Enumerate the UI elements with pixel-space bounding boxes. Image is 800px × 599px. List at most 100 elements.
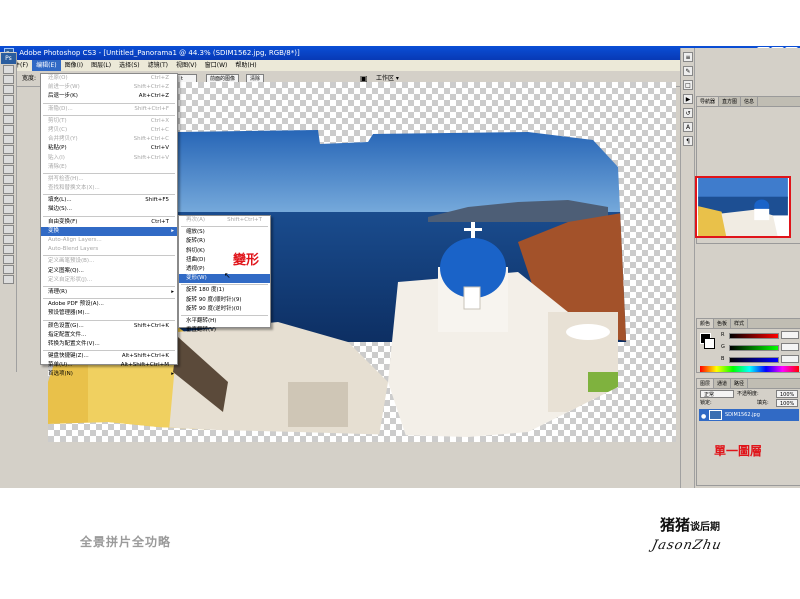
tab-navigator[interactable]: 导航器 bbox=[697, 97, 720, 106]
menu-6[interactable]: 视图(V) bbox=[172, 60, 201, 71]
red-value-field[interactable] bbox=[781, 331, 799, 339]
edit-menu-item[interactable]: 拷贝(C) Ctrl+C bbox=[41, 126, 177, 135]
edit-menu-item[interactable]: 菜单(U)... Alt+Shift+Ctrl+M bbox=[41, 361, 177, 370]
blue-value-field[interactable] bbox=[781, 355, 799, 363]
tab-swatches[interactable]: 色板 bbox=[714, 319, 732, 328]
gradient-tool-icon[interactable] bbox=[3, 175, 14, 184]
transform-submenu-item[interactable]: 旋转(R) bbox=[179, 237, 270, 246]
transform-submenu-item[interactable]: 垂直翻转(V) bbox=[179, 326, 270, 335]
path-select-tool-icon[interactable] bbox=[3, 205, 14, 214]
edit-menu-item[interactable]: Auto-Blend Layers bbox=[41, 245, 177, 254]
edit-menu-item[interactable]: 首选项(N) ▸ bbox=[41, 370, 177, 379]
tab-info[interactable]: 信息 bbox=[741, 97, 759, 106]
background-color-swatch[interactable] bbox=[704, 338, 715, 349]
dodge-tool-icon[interactable] bbox=[3, 195, 14, 204]
menu-item-label: 旋转 90 度(逆时针)(0) bbox=[186, 305, 242, 312]
marquee-tool-icon[interactable] bbox=[3, 65, 14, 74]
brush-tool-icon[interactable] bbox=[3, 135, 14, 144]
transform-submenu-item[interactable]: 旋转 180 度(1) bbox=[179, 286, 270, 295]
edit-menu-item[interactable]: 查找和替换文本(X)... bbox=[41, 184, 177, 193]
transform-submenu-item[interactable]: 水平翻转(H) bbox=[179, 317, 270, 326]
actions-icon[interactable]: ▶ bbox=[683, 94, 693, 104]
edit-menu-item[interactable]: 定义图案(Q)... bbox=[41, 267, 177, 276]
stamp-tool-icon[interactable] bbox=[3, 145, 14, 154]
edit-menu-item[interactable]: 贴入(I) Shift+Ctrl+V bbox=[41, 154, 177, 163]
transform-submenu-item[interactable]: 旋转 90 度(顺时针)(9) bbox=[179, 296, 270, 305]
edit-menu-item[interactable]: Adobe PDF 预设(A)... bbox=[41, 300, 177, 309]
green-slider[interactable] bbox=[729, 345, 779, 351]
notes-tool-icon[interactable] bbox=[3, 245, 14, 254]
layer-row[interactable]: ● SDIM1562.jpg bbox=[699, 409, 799, 421]
zoom-tool-icon[interactable] bbox=[3, 275, 14, 284]
tab-paths[interactable]: 路径 bbox=[731, 379, 749, 388]
menu-5[interactable]: 滤镜(T) bbox=[144, 60, 172, 71]
edit-menu-item[interactable]: 粘贴(P) Ctrl+V bbox=[41, 144, 177, 153]
edit-menu-item[interactable]: 前进一步(W) Shift+Ctrl+Z bbox=[41, 83, 177, 92]
menu-2[interactable]: 图像(I) bbox=[61, 60, 87, 71]
healing-tool-icon[interactable] bbox=[3, 125, 14, 134]
blur-tool-icon[interactable] bbox=[3, 185, 14, 194]
edit-menu-item[interactable]: 定义自定形状(J)... bbox=[41, 276, 177, 285]
color-ramp[interactable] bbox=[700, 366, 799, 372]
edit-menu-item[interactable]: 键盘快捷键(Z)... Alt+Shift+Ctrl+K bbox=[41, 352, 177, 361]
menu-4[interactable]: 选择(S) bbox=[115, 60, 144, 71]
layer-comps-icon[interactable]: □ bbox=[683, 80, 693, 90]
edit-menu-item[interactable]: 定义画笔预设(B)... bbox=[41, 257, 177, 266]
slice-tool-icon[interactable] bbox=[3, 115, 14, 124]
blue-slider[interactable] bbox=[729, 357, 779, 363]
hand-tool-icon[interactable] bbox=[3, 265, 14, 274]
green-value-field[interactable] bbox=[781, 343, 799, 351]
edit-menu-item[interactable]: 转换为配置文件(V)... bbox=[41, 340, 177, 349]
edit-menu-item[interactable]: 合并拷贝(Y) Shift+Ctrl+C bbox=[41, 135, 177, 144]
edit-menu-item[interactable]: 后退一步(K) Alt+Ctrl+Z bbox=[41, 92, 177, 101]
eye-icon[interactable]: ● bbox=[701, 411, 706, 423]
menu-item-label: 预设管理器(M)... bbox=[48, 310, 90, 317]
crop-tool-icon[interactable] bbox=[3, 105, 14, 114]
edit-menu-item[interactable]: 填充(L)... Shift+F5 bbox=[41, 196, 177, 205]
menu-7[interactable]: 窗口(W) bbox=[201, 60, 232, 71]
blend-mode-select[interactable]: 正常 bbox=[700, 390, 734, 398]
paragraph-icon[interactable]: ¶ bbox=[683, 136, 693, 146]
tab-channels[interactable]: 通道 bbox=[714, 379, 732, 388]
brushes-panel-icon[interactable]: ≡ bbox=[683, 52, 693, 62]
red-slider[interactable] bbox=[729, 333, 779, 339]
edit-menu-item[interactable]: 剪切(T) Ctrl+X bbox=[41, 117, 177, 126]
edit-menu-item[interactable]: 还原(O) Ctrl+Z bbox=[41, 74, 177, 83]
transform-submenu-item[interactable]: 缩放(S) bbox=[179, 228, 270, 237]
move-tool-icon[interactable] bbox=[3, 75, 14, 84]
edit-menu-item[interactable]: 指定配置文件... bbox=[41, 331, 177, 340]
type-tool-icon[interactable] bbox=[3, 215, 14, 224]
magic-wand-tool-icon[interactable] bbox=[3, 95, 14, 104]
shape-tool-icon[interactable] bbox=[3, 235, 14, 244]
transform-submenu-item[interactable]: 旋转 90 度(逆时针)(0) bbox=[179, 305, 270, 314]
edit-menu-item[interactable]: 自由变换(F) Ctrl+T bbox=[41, 218, 177, 227]
edit-menu-item[interactable]: Auto-Align Layers... bbox=[41, 236, 177, 245]
eraser-tool-icon[interactable] bbox=[3, 165, 14, 174]
menu-1[interactable]: 编辑(E) bbox=[32, 60, 61, 71]
tab-styles[interactable]: 样式 bbox=[731, 319, 749, 328]
tab-color[interactable]: 颜色 bbox=[697, 319, 715, 328]
pen-tool-icon[interactable] bbox=[3, 225, 14, 234]
edit-menu-item[interactable]: 颜色设置(G)... Shift+Ctrl+K bbox=[41, 322, 177, 331]
edit-menu-item[interactable]: 渐隐(D)... Shift+Ctrl+F bbox=[41, 105, 177, 114]
edit-menu-item[interactable]: 清除(E) bbox=[41, 163, 177, 172]
edit-menu-item[interactable]: 变换 ▸ bbox=[41, 226, 177, 236]
tool-presets-icon[interactable]: ✎ bbox=[683, 66, 693, 76]
eyedropper-tool-icon[interactable] bbox=[3, 255, 14, 264]
edit-menu-item[interactable]: 描边(S)... bbox=[41, 205, 177, 214]
history-icon[interactable]: ↺ bbox=[683, 108, 693, 118]
history-brush-tool-icon[interactable] bbox=[3, 155, 14, 164]
menu-3[interactable]: 图层(L) bbox=[87, 60, 115, 71]
tab-layers[interactable]: 图层 bbox=[697, 379, 715, 388]
lasso-tool-icon[interactable] bbox=[3, 85, 14, 94]
edit-menu-item[interactable]: 清理(R) ▸ bbox=[41, 288, 177, 297]
navigator-thumbnail[interactable] bbox=[695, 176, 791, 242]
tab-histogram[interactable]: 直方图 bbox=[719, 97, 742, 106]
menu-8[interactable]: 帮助(H) bbox=[231, 60, 260, 71]
transform-submenu-item[interactable]: 再次(A) Shift+Ctrl+T bbox=[179, 216, 270, 225]
edit-menu-item[interactable]: 预设管理器(M)... bbox=[41, 309, 177, 318]
opacity-field[interactable]: 100% bbox=[776, 390, 798, 398]
fill-field[interactable]: 100% bbox=[776, 399, 798, 407]
character-icon[interactable]: A bbox=[683, 122, 693, 132]
edit-menu-item[interactable]: 拼写检查(H)... bbox=[41, 175, 177, 184]
